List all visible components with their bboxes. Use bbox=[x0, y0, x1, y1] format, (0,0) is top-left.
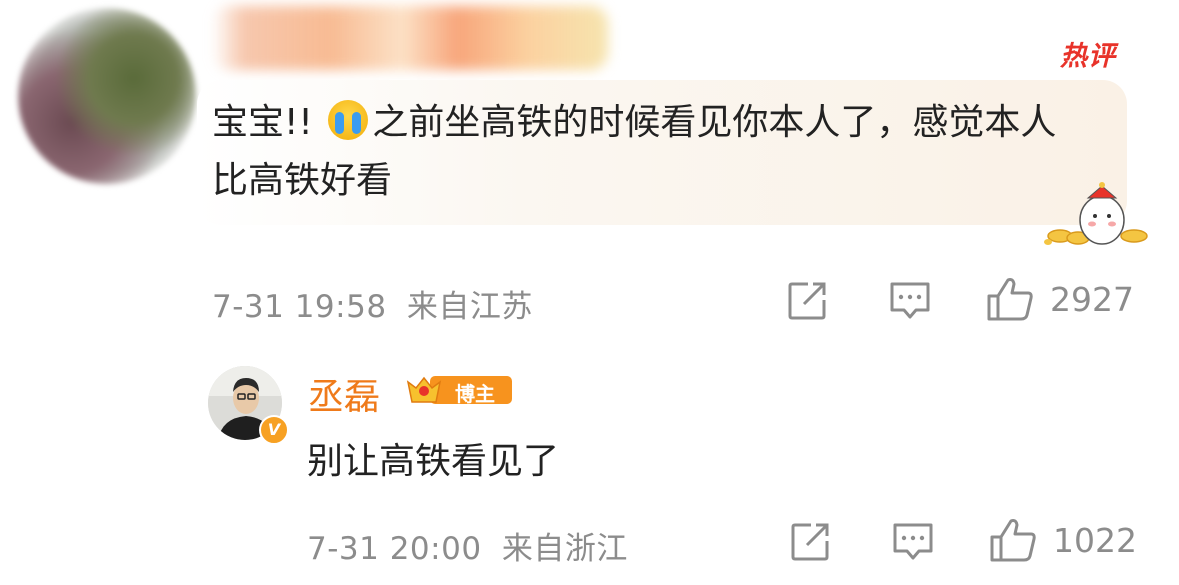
comment-location: 来自江苏 bbox=[406, 289, 533, 325]
blogger-badge-label: 博主 bbox=[455, 382, 495, 406]
hot-comment-badge: 热评 bbox=[1060, 41, 1116, 72]
crying-face-icon bbox=[328, 100, 369, 140]
reply-author-name[interactable]: 丞磊 bbox=[308, 368, 380, 420]
comment-text-part1: 宝宝!! bbox=[212, 102, 325, 143]
mascot-sticker-icon bbox=[1044, 182, 1148, 245]
repost-icon[interactable] bbox=[786, 280, 828, 322]
commenter-avatar[interactable] bbox=[18, 8, 196, 184]
reply-location: 来自浙江 bbox=[501, 531, 628, 567]
commenter-name-redacted[interactable] bbox=[212, 6, 608, 70]
comment-like-count: 2927 bbox=[1050, 280, 1134, 319]
reply-time: 7-31 20:00 bbox=[307, 531, 482, 567]
comment-time: 7-31 19:58 bbox=[212, 289, 387, 325]
like-icon[interactable] bbox=[986, 276, 1034, 322]
comment-icon[interactable] bbox=[888, 280, 932, 322]
reply-timestamp: 7-31 20:00 来自浙江 bbox=[307, 523, 628, 568]
reply-like-icon[interactable] bbox=[989, 517, 1037, 563]
reply-repost-icon[interactable] bbox=[789, 521, 831, 563]
comment-text: 宝宝!! 之前坐高铁的时候看见你本人了，感觉本人比高铁好看 bbox=[212, 94, 1072, 210]
comment-timestamp: 7-31 19:58 来自江苏 bbox=[212, 281, 533, 326]
reply-text: 别让高铁看见了 bbox=[307, 441, 560, 482]
verified-badge: V bbox=[259, 415, 289, 445]
reply-comment-icon[interactable] bbox=[891, 521, 935, 563]
reply-like-count: 1022 bbox=[1053, 521, 1137, 560]
